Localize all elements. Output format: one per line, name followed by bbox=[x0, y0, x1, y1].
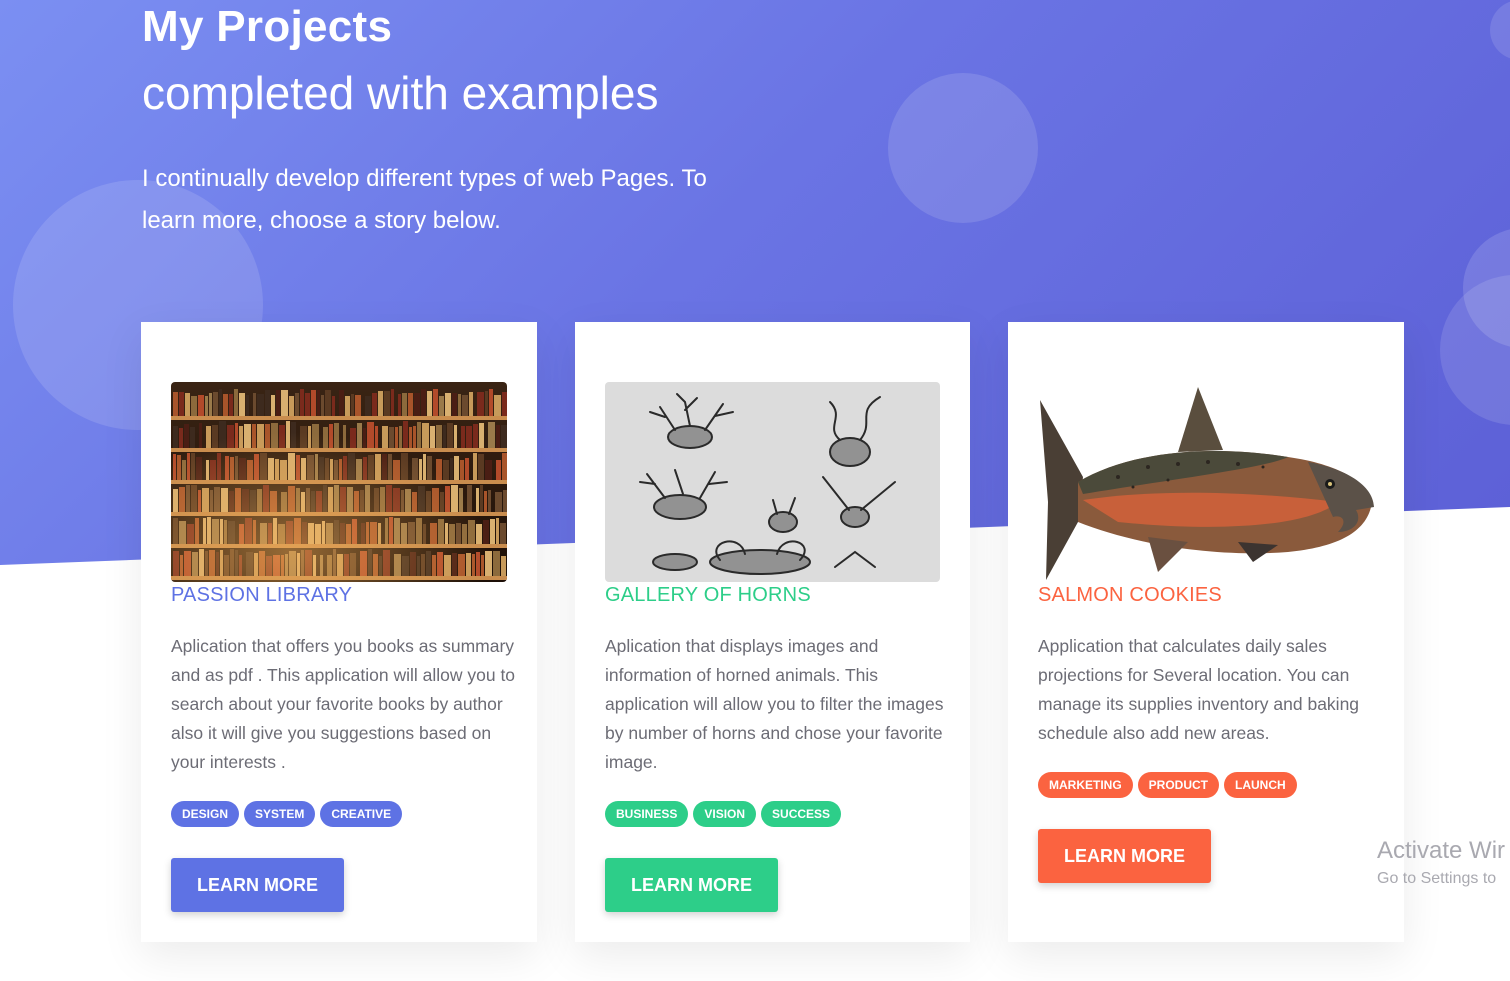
horned-animals-image bbox=[605, 382, 940, 582]
tag-list: MARKETING PRODUCT LAUNCH bbox=[1038, 772, 1297, 798]
learn-more-button[interactable]: LEARN MORE bbox=[1038, 829, 1211, 883]
salmon-image bbox=[1038, 382, 1374, 582]
card-title: SALMON COOKIES bbox=[1038, 584, 1222, 606]
learn-more-button[interactable]: LEARN MORE bbox=[605, 858, 778, 912]
tag-badge: LAUNCH bbox=[1224, 772, 1297, 798]
bookshelf-image bbox=[171, 382, 507, 582]
card-title: GALLERY OF HORNS bbox=[605, 584, 811, 606]
card-description: Aplication that displays images and info… bbox=[605, 636, 944, 772]
decorative-circle bbox=[888, 73, 1038, 223]
card-description: Aplication that offers you books as summ… bbox=[171, 636, 516, 772]
watermark-line: Activate Wir bbox=[1377, 837, 1506, 864]
card-description: Application that calculates daily sales … bbox=[1038, 636, 1360, 743]
page-subtitle: completed with examples bbox=[142, 67, 659, 119]
tag-list: BUSINESS VISION SUCCESS bbox=[605, 801, 842, 827]
tag-badge: DESIGN bbox=[171, 801, 240, 827]
decorative-circle bbox=[1490, 0, 1510, 60]
project-card-passion-library: PASSION LIBRARY Aplication that offers y… bbox=[141, 322, 537, 942]
tag-badge: CREATIVE bbox=[320, 801, 403, 827]
tag-badge: BUSINESS bbox=[605, 801, 689, 827]
activation-watermark: Activate Wir Go to Settings to bbox=[1377, 836, 1505, 890]
tag-badge: SYSTEM bbox=[244, 801, 316, 827]
hero-description: I continually develop different types of… bbox=[142, 165, 707, 234]
project-card-salmon-cookies: SALMON COOKIES Application that calculat… bbox=[1008, 322, 1404, 942]
tag-badge: MARKETING bbox=[1038, 772, 1133, 798]
tag-badge: SUCCESS bbox=[761, 801, 842, 827]
project-card-gallery-of-horns: GALLERY OF HORNS Aplication that display… bbox=[575, 322, 970, 942]
tag-list: DESIGN SYSTEM CREATIVE bbox=[171, 801, 403, 827]
tag-badge: VISION bbox=[693, 801, 757, 827]
learn-more-button[interactable]: LEARN MORE bbox=[171, 858, 344, 912]
card-title: PASSION LIBRARY bbox=[171, 584, 353, 606]
watermark-line: Go to Settings to bbox=[1377, 870, 1497, 887]
page-title: My Projects bbox=[142, 2, 393, 51]
tag-badge: PRODUCT bbox=[1137, 772, 1220, 798]
